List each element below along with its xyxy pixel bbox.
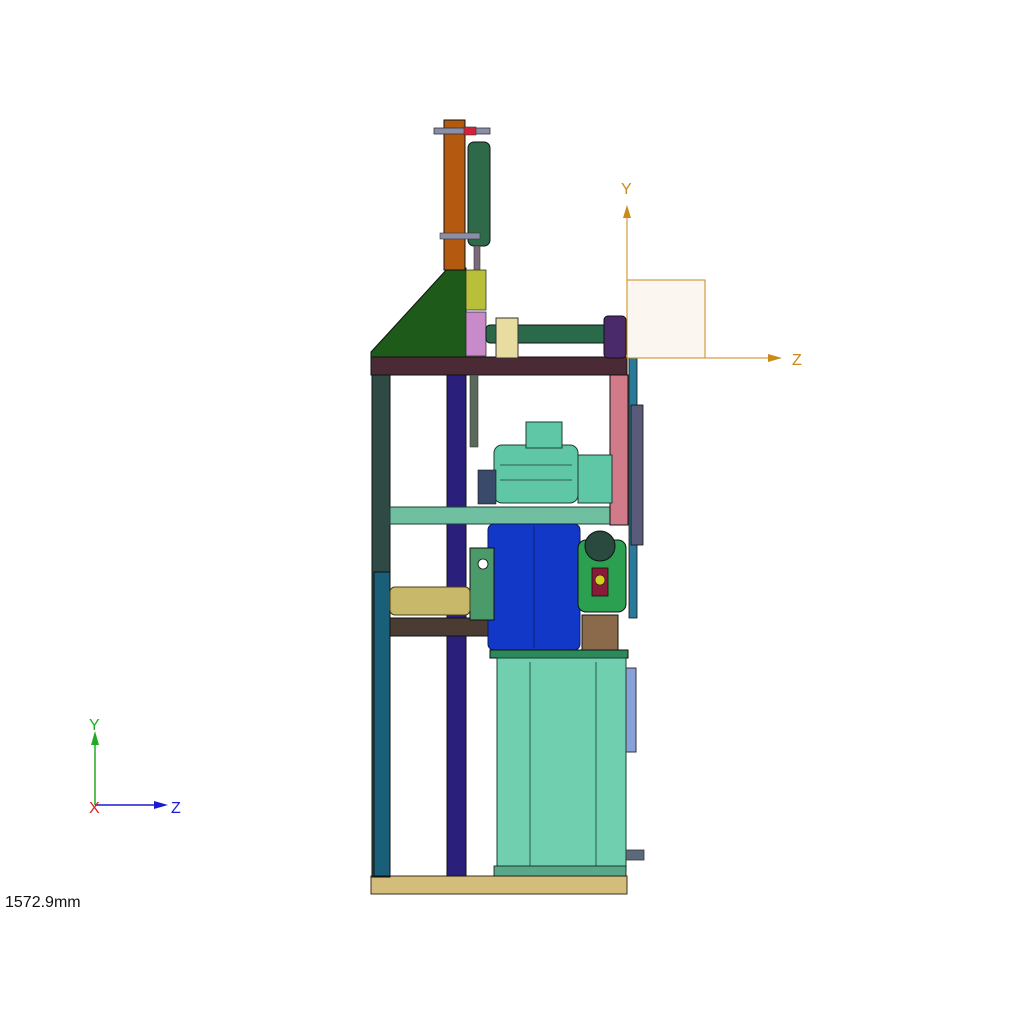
- brown-block: [581, 614, 619, 654]
- reference-plane: [626, 279, 706, 359]
- gearbox-lamp: [594, 574, 606, 586]
- drain-fitting: [625, 849, 645, 861]
- green-motor-flange: [577, 454, 613, 504]
- right-bearing: [603, 315, 627, 359]
- view-triad[interactable]: Y Z X: [89, 717, 181, 817]
- cylinder-rod: [473, 245, 481, 273]
- bracket-hole: [477, 558, 489, 570]
- mid-shelf: [389, 506, 621, 525]
- pink-sprocket: [465, 311, 487, 357]
- coord-y-label: Y: [621, 181, 632, 198]
- lower-bar: [389, 617, 496, 637]
- tank-bottom-rail: [493, 865, 627, 877]
- green-motor-box: [525, 421, 563, 449]
- small-green-link: [469, 374, 479, 448]
- top-bolt-red: [463, 126, 477, 136]
- golden-shaft: [389, 586, 471, 616]
- green-motor-body: [493, 444, 579, 504]
- gearbox-knob: [584, 530, 616, 562]
- triad-y-label: Y: [89, 717, 100, 734]
- coord-y-arrow: [623, 205, 631, 218]
- triad-x-label: X: [89, 800, 100, 817]
- reference-coord-system[interactable]: Y Z: [621, 181, 802, 369]
- orange-bar: [443, 119, 466, 271]
- motor-mount: [477, 469, 497, 505]
- triad-z-arrow: [154, 801, 168, 809]
- coord-z-arrow: [768, 354, 782, 362]
- scale-readout: 1572.9mm: [5, 894, 81, 911]
- coord-z-label: Z: [792, 352, 802, 369]
- cad-viewport[interactable]: Y Z Y Z X: [0, 0, 1015, 1015]
- top-cross-member: [370, 356, 628, 376]
- left-blue-post: [373, 571, 391, 877]
- pink-side-plate: [609, 374, 629, 526]
- machine-assembly[interactable]: [370, 119, 645, 895]
- hydraulic-tank: [496, 657, 627, 871]
- green-cylinder: [467, 141, 491, 247]
- yellow-sprocket: [465, 269, 487, 311]
- chain-sprocket-large: [630, 404, 644, 546]
- base-plate: [370, 875, 628, 895]
- bearing-block: [495, 317, 519, 359]
- top-bolt: [433, 127, 491, 135]
- tank-side-cover: [625, 667, 637, 753]
- gusset-plate: [370, 267, 467, 358]
- cylinder-clevis: [439, 232, 481, 240]
- tank-lid: [489, 649, 629, 659]
- triad-z-label: Z: [171, 800, 181, 817]
